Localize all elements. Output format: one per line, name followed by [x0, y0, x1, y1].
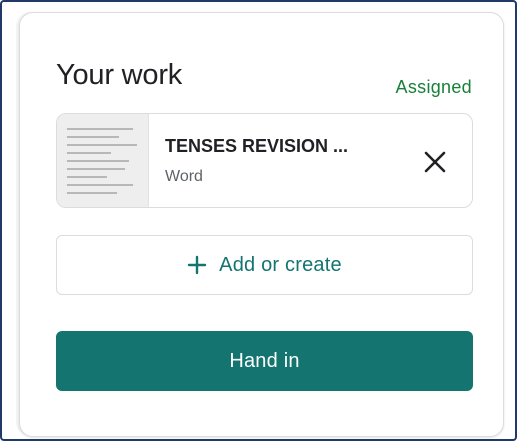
hand-in-label: Hand in	[229, 349, 300, 372]
your-work-card: Your work Assigned TENSES REVISION ... W…	[19, 12, 504, 437]
remove-attachment-button[interactable]	[420, 147, 450, 177]
close-icon	[424, 151, 446, 173]
attachment-title[interactable]: TENSES REVISION ...	[165, 136, 348, 157]
plus-icon	[187, 255, 207, 275]
attachment-type: Word	[165, 168, 203, 185]
assignment-status: Assigned	[395, 77, 472, 97]
hand-in-button[interactable]: Hand in	[56, 331, 473, 391]
add-or-create-button[interactable]: Add or create	[56, 235, 473, 295]
attachment-card[interactable]: TENSES REVISION ... Word	[56, 113, 473, 208]
your-work-title: Your work	[56, 59, 183, 91]
document-thumbnail[interactable]	[57, 114, 149, 207]
add-or-create-label: Add or create	[219, 253, 342, 276]
